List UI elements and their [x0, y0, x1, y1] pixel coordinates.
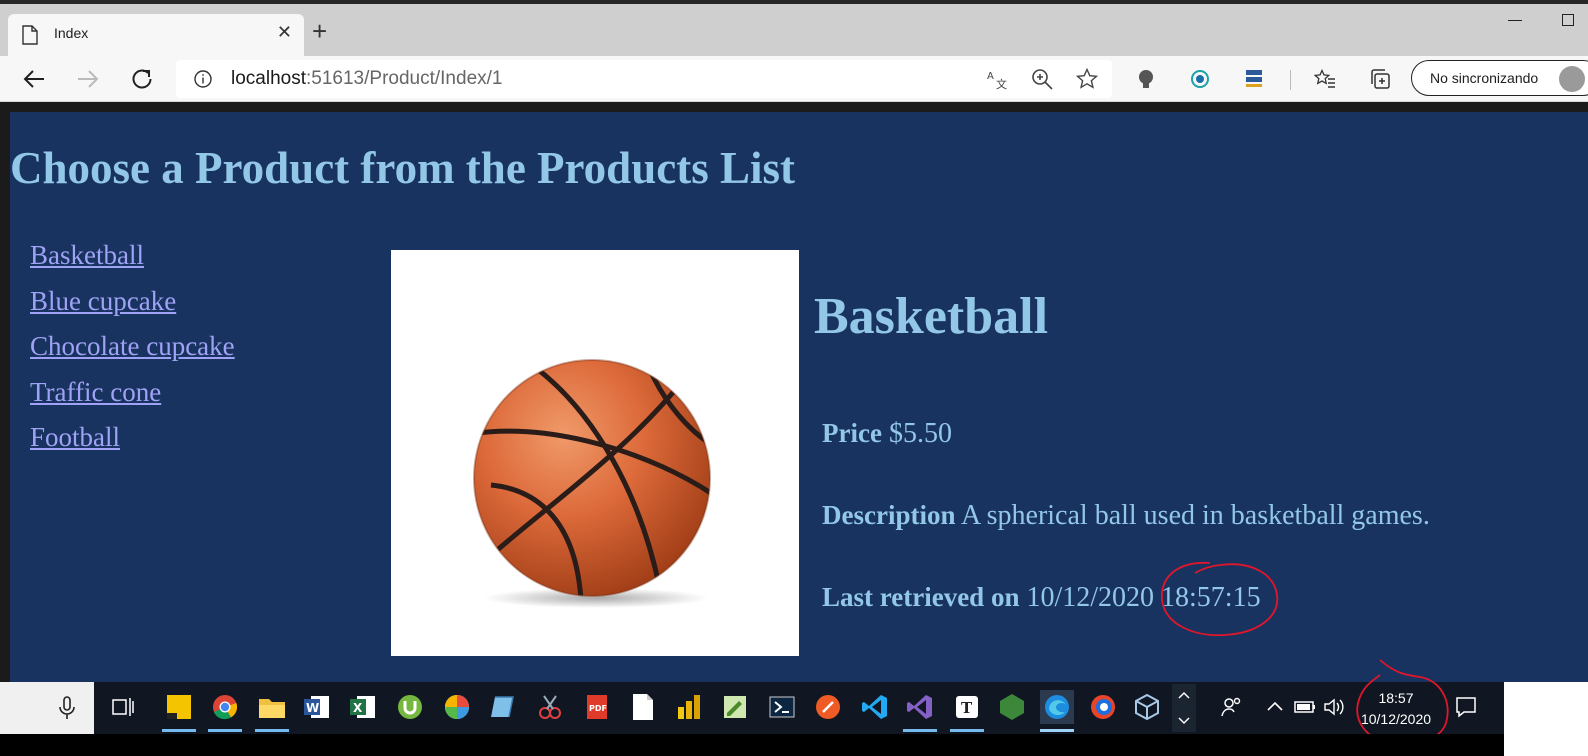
firefox-dev-icon[interactable]: [1086, 690, 1120, 724]
svg-text:W: W: [306, 701, 319, 715]
back-arrow-icon[interactable]: [20, 65, 48, 93]
favorites-list-icon[interactable]: [1311, 65, 1339, 93]
svg-text:PDF: PDF: [589, 704, 607, 713]
snipping-tool-icon[interactable]: [533, 690, 567, 724]
product-link-football[interactable]: Football: [30, 422, 235, 468]
running-indicator: [903, 729, 937, 732]
maximize-icon[interactable]: [1562, 14, 1574, 26]
chevron-up-icon[interactable]: [1258, 690, 1292, 724]
retrieved-value: 10/12/2020 18:57:15: [1026, 582, 1261, 613]
taskbar-search-area[interactable]: [0, 682, 94, 734]
browser-tab[interactable]: Index ✕: [8, 14, 304, 56]
battery-icon[interactable]: [1288, 690, 1322, 724]
postman-icon[interactable]: [811, 690, 845, 724]
description-label: Description: [822, 500, 956, 530]
excel-icon[interactable]: X: [346, 690, 380, 724]
tab-strip: Index ✕ +: [0, 0, 1588, 56]
running-indicator: [255, 729, 289, 732]
svg-text:文: 文: [996, 77, 1007, 90]
clock-date: 10/12/2020: [1360, 711, 1432, 727]
basketball-image: [473, 359, 711, 608]
browser-toolbar: localhost:51613/Product/Index/1 A文 No si…: [0, 56, 1588, 102]
extension-teal-icon[interactable]: [1186, 65, 1214, 93]
sync-status-label: No sincronizando: [1430, 70, 1539, 86]
screen-bottom-border: [0, 734, 1588, 756]
taskbar-scroll[interactable]: [1172, 684, 1196, 732]
translate-icon[interactable]: A文: [984, 65, 1012, 93]
description-row: Description A spherical ball used in bas…: [822, 500, 1430, 532]
running-indicator: [1040, 729, 1074, 732]
page-title: Choose a Product from the Products List: [10, 143, 795, 193]
visual-studio-icon[interactable]: [903, 690, 937, 732]
clock-time: 18:57: [1378, 690, 1414, 706]
refresh-icon[interactable]: [128, 65, 156, 93]
avatar: [1559, 66, 1585, 92]
chrome-icon[interactable]: [208, 690, 242, 732]
people-icon[interactable]: [1214, 690, 1248, 724]
product-link-blue-cupcake[interactable]: Blue cupcake: [30, 286, 235, 332]
page-content: Choose a Product from the Products List …: [10, 112, 1588, 682]
notes-icon[interactable]: [486, 690, 520, 724]
description-value: A spherical ball used in basketball game…: [960, 500, 1430, 531]
microphone-icon[interactable]: [58, 695, 76, 726]
tab-title: Index: [54, 25, 89, 41]
page-left-border: [0, 102, 10, 682]
server-extension-icon[interactable]: [1240, 65, 1268, 93]
minimize-icon[interactable]: [1508, 20, 1522, 21]
running-indicator: [208, 729, 242, 732]
retrieved-row: Last retrieved on 10/12/2020 18:57:15: [822, 582, 1261, 614]
svg-text:T: T: [961, 699, 973, 717]
task-view-icon[interactable]: [106, 690, 140, 724]
product-image: [391, 250, 799, 656]
file-explorer-icon[interactable]: [255, 690, 289, 732]
utorrent-icon[interactable]: [393, 690, 427, 724]
window-top-border: [0, 0, 1588, 4]
desktop-edge: [1504, 682, 1588, 756]
sticky-notes-icon[interactable]: [162, 690, 196, 732]
word-icon[interactable]: W: [300, 690, 334, 724]
page-document-icon: [22, 25, 38, 50]
powershell-icon[interactable]: [765, 690, 799, 724]
editor-icon[interactable]: [718, 690, 752, 724]
address-bar[interactable]: localhost:51613/Product/Index/1 A文: [176, 60, 1112, 98]
svg-text:X: X: [353, 701, 363, 715]
profile-sync-button[interactable]: No sincronizando: [1411, 60, 1588, 96]
product-link-traffic-cone[interactable]: Traffic cone: [30, 377, 235, 423]
forward-arrow-icon[interactable]: [74, 65, 102, 93]
product-name: Basketball: [814, 288, 1049, 345]
running-indicator: [950, 729, 984, 732]
notifications-icon[interactable]: [1449, 690, 1483, 724]
blank-doc-icon[interactable]: [626, 690, 660, 724]
svg-text:A: A: [987, 71, 994, 82]
edge-icon[interactable]: [1040, 690, 1074, 732]
url-text: localhost:51613/Product/Index/1: [231, 68, 503, 89]
toolbar-separator: [1290, 70, 1291, 90]
favorite-star-icon[interactable]: [1073, 65, 1101, 93]
power-bi-icon[interactable]: [672, 690, 706, 724]
site-info-icon[interactable]: [194, 70, 212, 93]
idea-extension-icon[interactable]: [1132, 65, 1160, 93]
volume-icon[interactable]: [1318, 690, 1352, 724]
pinwheel-icon[interactable]: [440, 690, 474, 724]
zoom-icon[interactable]: [1028, 65, 1056, 93]
typora-icon[interactable]: T: [950, 690, 984, 732]
vscode-icon[interactable]: [858, 690, 892, 724]
price-row: Price $5.50: [822, 418, 952, 450]
close-tab-icon[interactable]: ✕: [277, 22, 292, 43]
price-value: $5.50: [888, 418, 952, 449]
nodejs-icon[interactable]: [995, 690, 1029, 724]
product-list: Basketball Blue cupcake Chocolate cupcak…: [30, 240, 235, 468]
running-indicator: [162, 729, 196, 732]
page-top-border: [0, 102, 1588, 112]
product-link-basketball[interactable]: Basketball: [30, 240, 235, 286]
taskbar: W X PDF T 18:57 10/12/2020: [0, 682, 1588, 734]
pdf-icon[interactable]: PDF: [580, 690, 614, 724]
price-label: Price: [822, 418, 882, 448]
retrieved-label: Last retrieved on: [822, 582, 1020, 612]
collections-icon[interactable]: [1366, 65, 1394, 93]
new-tab-button[interactable]: +: [312, 18, 327, 44]
product-link-chocolate-cupcake[interactable]: Chocolate cupcake: [30, 331, 235, 377]
virtualbox-icon[interactable]: [1130, 690, 1164, 724]
taskbar-clock[interactable]: 18:57 10/12/2020: [1358, 688, 1434, 730]
